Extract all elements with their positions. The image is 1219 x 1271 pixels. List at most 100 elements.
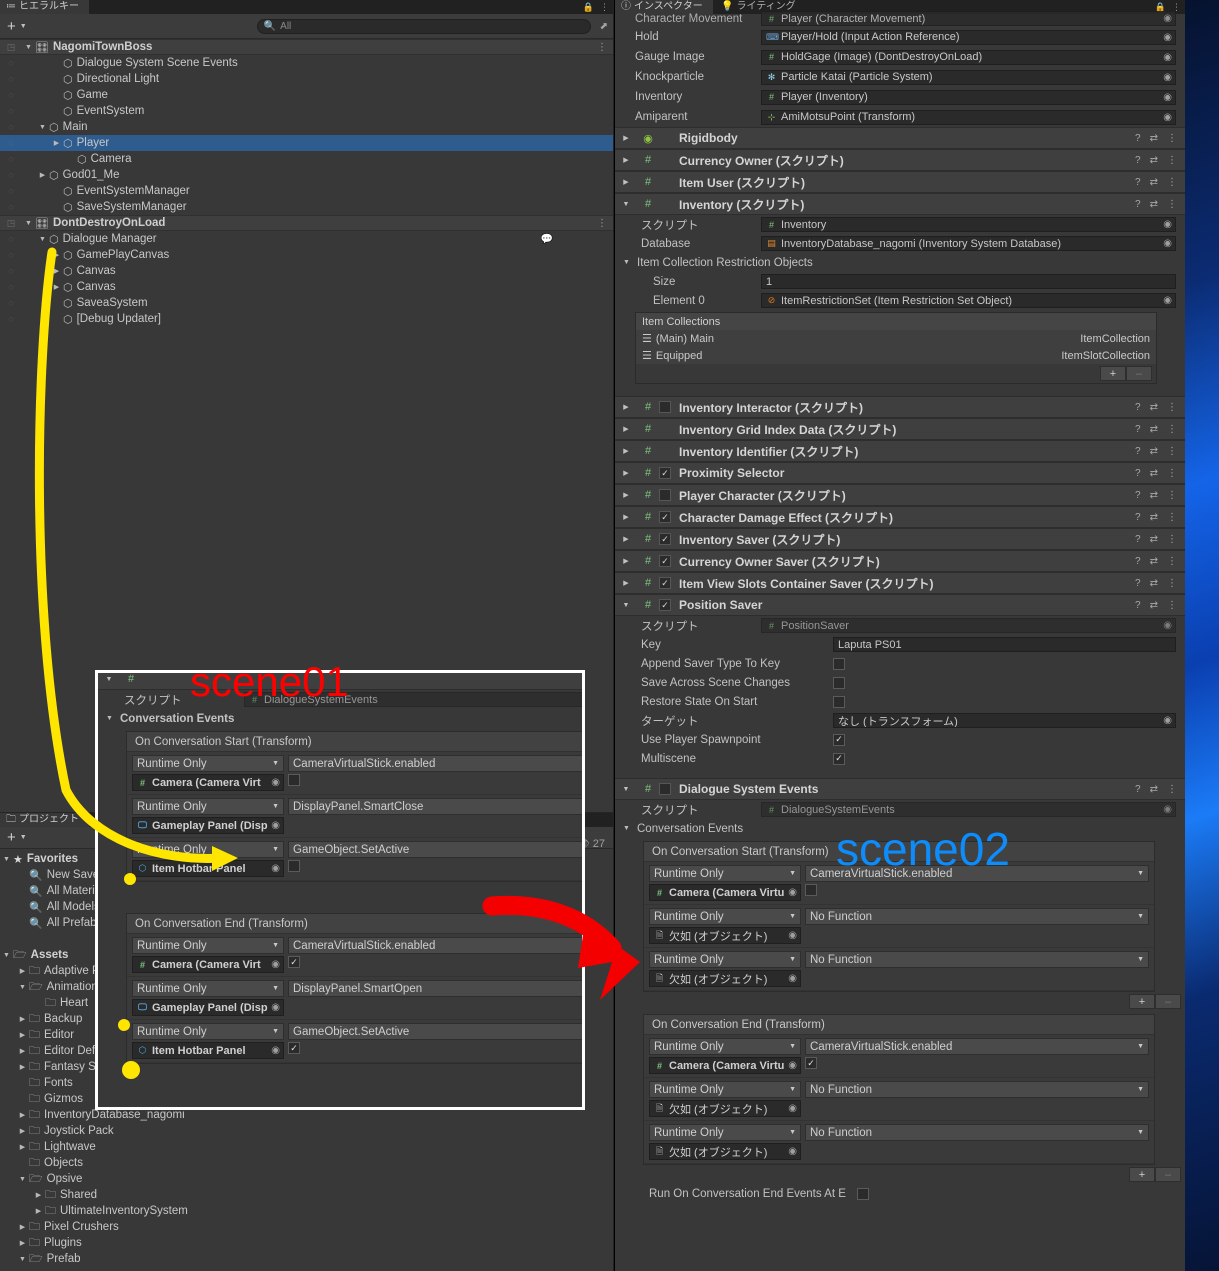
event-function-dropdown[interactable]: CameraVirtualStick.enabled ▼ [805, 1038, 1149, 1055]
event-mode-dropdown[interactable]: Runtime Only ▼ [649, 951, 801, 968]
item-collection-row[interactable]: ☰ (Main) Main ItemCollection [636, 330, 1156, 347]
object-picker-icon[interactable]: ◉ [788, 1060, 797, 1071]
event-mode-dropdown[interactable]: Runtime Only ▼ [649, 865, 801, 882]
hierarchy-search-input[interactable]: 🔍 All ⬈ [256, 18, 608, 34]
visibility-toggle-icon[interactable]: ◳ [0, 218, 22, 229]
help-icon[interactable]: ? [1135, 402, 1141, 413]
kebab-menu-icon[interactable]: ⋮ [1167, 133, 1177, 144]
expand-triangle-icon[interactable]: ▼ [16, 1176, 29, 1183]
expand-triangle-icon[interactable]: ▶ [50, 139, 63, 147]
help-icon[interactable]: ? [1135, 468, 1141, 479]
component-header[interactable]: ▼ # ✓ Position Saver? ⇄ ⋮ [615, 594, 1185, 616]
kebab-menu-icon[interactable]: ⋮ [1167, 424, 1177, 435]
component-enabled-checkbox[interactable] [659, 783, 671, 795]
expand-triangle-icon[interactable]: ▶ [615, 557, 637, 565]
expand-triangle-icon[interactable]: ▼ [615, 602, 637, 609]
expand-triangle-icon[interactable]: ▼ [615, 201, 637, 208]
expand-triangle-icon[interactable]: ▼ [0, 952, 13, 959]
preset-icon[interactable]: ⇄ [1150, 424, 1158, 435]
expand-triangle-icon[interactable]: ▼ [623, 259, 637, 266]
project-tree-row[interactable]: ▶ 🗀 Shared [0, 1187, 613, 1203]
object-field[interactable]: # Player (Inventory) ◉ [761, 89, 1176, 105]
size-input[interactable]: 1 [761, 274, 1176, 289]
event-function-dropdown[interactable]: No Function ▼ [805, 1081, 1149, 1098]
event-mode-dropdown[interactable]: Runtime Only ▼ [132, 937, 284, 954]
object-picker-icon[interactable]: ◉ [271, 959, 280, 970]
event-target-object-field[interactable]: # Camera (Camera Virt ◉ [132, 956, 284, 973]
add-gameobject-button[interactable]: + [4, 18, 19, 35]
expand-triangle-icon[interactable]: ▶ [615, 469, 637, 477]
kebab-menu-icon[interactable]: ⋮ [1167, 446, 1177, 457]
visibility-toggle-icon[interactable]: ◳ [0, 42, 22, 53]
component-header[interactable]: ▶ # Currency Owner (スクリプト)? ⇄ ⋮ [615, 149, 1185, 171]
tab-project[interactable]: 🗀 プロジェクト [0, 813, 89, 827]
expand-triangle-icon[interactable]: ▶ [16, 1223, 29, 1231]
visibility-toggle-icon[interactable]: ◌ [0, 266, 22, 276]
add-event-button[interactable]: + [1100, 366, 1126, 381]
help-icon[interactable]: ? [1135, 534, 1141, 545]
text-input[interactable]: Laputa PS01 [833, 637, 1176, 652]
event-function-dropdown[interactable]: GameObject.SetActive▼ [288, 1023, 582, 1040]
object-picker-icon[interactable]: ◉ [788, 930, 797, 941]
component-header[interactable]: ▶ # ✓ Proximity Selector? ⇄ ⋮ [615, 462, 1185, 484]
hierarchy-item-row[interactable]: ◌ ⬡ Directional Light [0, 71, 613, 87]
event-function-dropdown[interactable]: DisplayPanel.SmartOpen▼ [288, 980, 582, 997]
expand-triangle-icon[interactable]: ▶ [615, 425, 637, 433]
component-header[interactable]: ▶ # ✓ Character Damage Effect (スクリプト)? ⇄ ⋮ [615, 506, 1185, 528]
kebab-menu-icon[interactable]: ⋮ [1167, 490, 1177, 501]
object-picker-icon[interactable]: ◉ [1163, 72, 1172, 83]
expand-triangle-icon[interactable]: ▼ [16, 984, 29, 991]
kebab-menu-icon[interactable]: ⋮ [1167, 534, 1177, 545]
object-picker-icon[interactable]: ◉ [1163, 804, 1172, 815]
event-target-object-field[interactable]: # Camera (Camera Virt ◉ [132, 774, 284, 791]
expand-triangle-icon[interactable]: ▼ [36, 236, 49, 243]
property-checkbox[interactable] [833, 657, 845, 670]
expand-triangle-icon[interactable]: ▶ [615, 403, 637, 411]
expand-triangle-icon[interactable]: ▶ [50, 267, 63, 275]
component-header[interactable]: ▶ # Inventory Identifier (スクリプト)? ⇄ ⋮ [615, 440, 1185, 462]
visibility-toggle-icon[interactable]: ◌ [0, 122, 22, 132]
visibility-toggle-icon[interactable]: ◌ [0, 90, 22, 100]
drag-handle-icon[interactable]: ☰ [642, 349, 652, 362]
component-enabled-checkbox[interactable] [659, 401, 671, 413]
expand-triangle-icon[interactable]: ▶ [16, 1111, 29, 1119]
expand-triangle-icon[interactable]: ▼ [22, 220, 35, 227]
object-picker-icon[interactable]: ◉ [1163, 13, 1172, 24]
expand-triangle-icon[interactable]: ▶ [16, 1031, 29, 1039]
component-header[interactable]: ▼#?⇄⋮ [98, 673, 582, 690]
visibility-toggle-icon[interactable]: ◌ [0, 298, 22, 308]
component-enabled-checkbox[interactable]: ✓ [659, 577, 671, 589]
expand-triangle-icon[interactable]: ▶ [615, 535, 637, 543]
event-target-object-field[interactable]: 🖵 Gameplay Panel (Disp ◉ [132, 999, 284, 1016]
visibility-toggle-icon[interactable]: ◌ [0, 202, 22, 212]
object-picker-icon[interactable]: ◉ [1163, 32, 1172, 43]
kebab-menu-icon[interactable]: ⋮ [1167, 177, 1177, 188]
chevron-down-icon[interactable]: ▼ [20, 23, 27, 30]
event-mode-dropdown[interactable]: Runtime Only ▼ [132, 841, 284, 858]
project-tree-row[interactable]: 🗀 Objects [0, 1155, 613, 1171]
kebab-menu-icon[interactable]: ⋮ [1167, 556, 1177, 567]
kebab-menu-icon[interactable]: ⋮ [1167, 199, 1177, 210]
component-header[interactable]: ▶ # ✓ Currency Owner Saver (スクリプト)? ⇄ ⋮ [615, 550, 1185, 572]
preset-icon[interactable]: ⇄ [1150, 446, 1158, 457]
expand-triangle-icon[interactable]: ▶ [32, 1207, 45, 1215]
project-tree-row[interactable]: ▼ 🗁 Opsive [0, 1171, 613, 1187]
project-tree-row[interactable]: ▶ 🗀 Lightwave [0, 1139, 613, 1155]
hierarchy-item-row[interactable]: ◌ ⬡ Camera [0, 151, 613, 167]
event-target-object-field[interactable]: ⬡ Item Hotbar Panel ◉ [132, 1042, 284, 1059]
help-icon[interactable]: ? [1135, 199, 1141, 210]
expand-triangle-icon[interactable]: ▶ [16, 1047, 29, 1055]
object-picker-icon[interactable]: ◉ [788, 887, 797, 898]
object-picker-icon[interactable]: ◉ [1163, 112, 1172, 123]
event-function-dropdown[interactable]: GameObject.SetActive▼ [288, 841, 582, 858]
help-icon[interactable]: ? [1135, 133, 1141, 144]
object-picker-icon[interactable]: ◉ [1163, 92, 1172, 103]
event-argument-checkbox[interactable]: ✓ [288, 1042, 300, 1054]
event-mode-dropdown[interactable]: Runtime Only ▼ [132, 798, 284, 815]
expand-triangle-icon[interactable]: ▶ [615, 447, 637, 455]
add-event-button[interactable]: + [1129, 994, 1155, 1009]
kebab-menu-icon[interactable]: ⋮ [1167, 155, 1177, 166]
expand-triangle-icon[interactable]: ▶ [16, 1015, 29, 1023]
object-field[interactable]: ⊘ ItemRestrictionSet (Item Restriction Se… [761, 293, 1176, 308]
help-icon[interactable]: ? [1135, 784, 1141, 795]
